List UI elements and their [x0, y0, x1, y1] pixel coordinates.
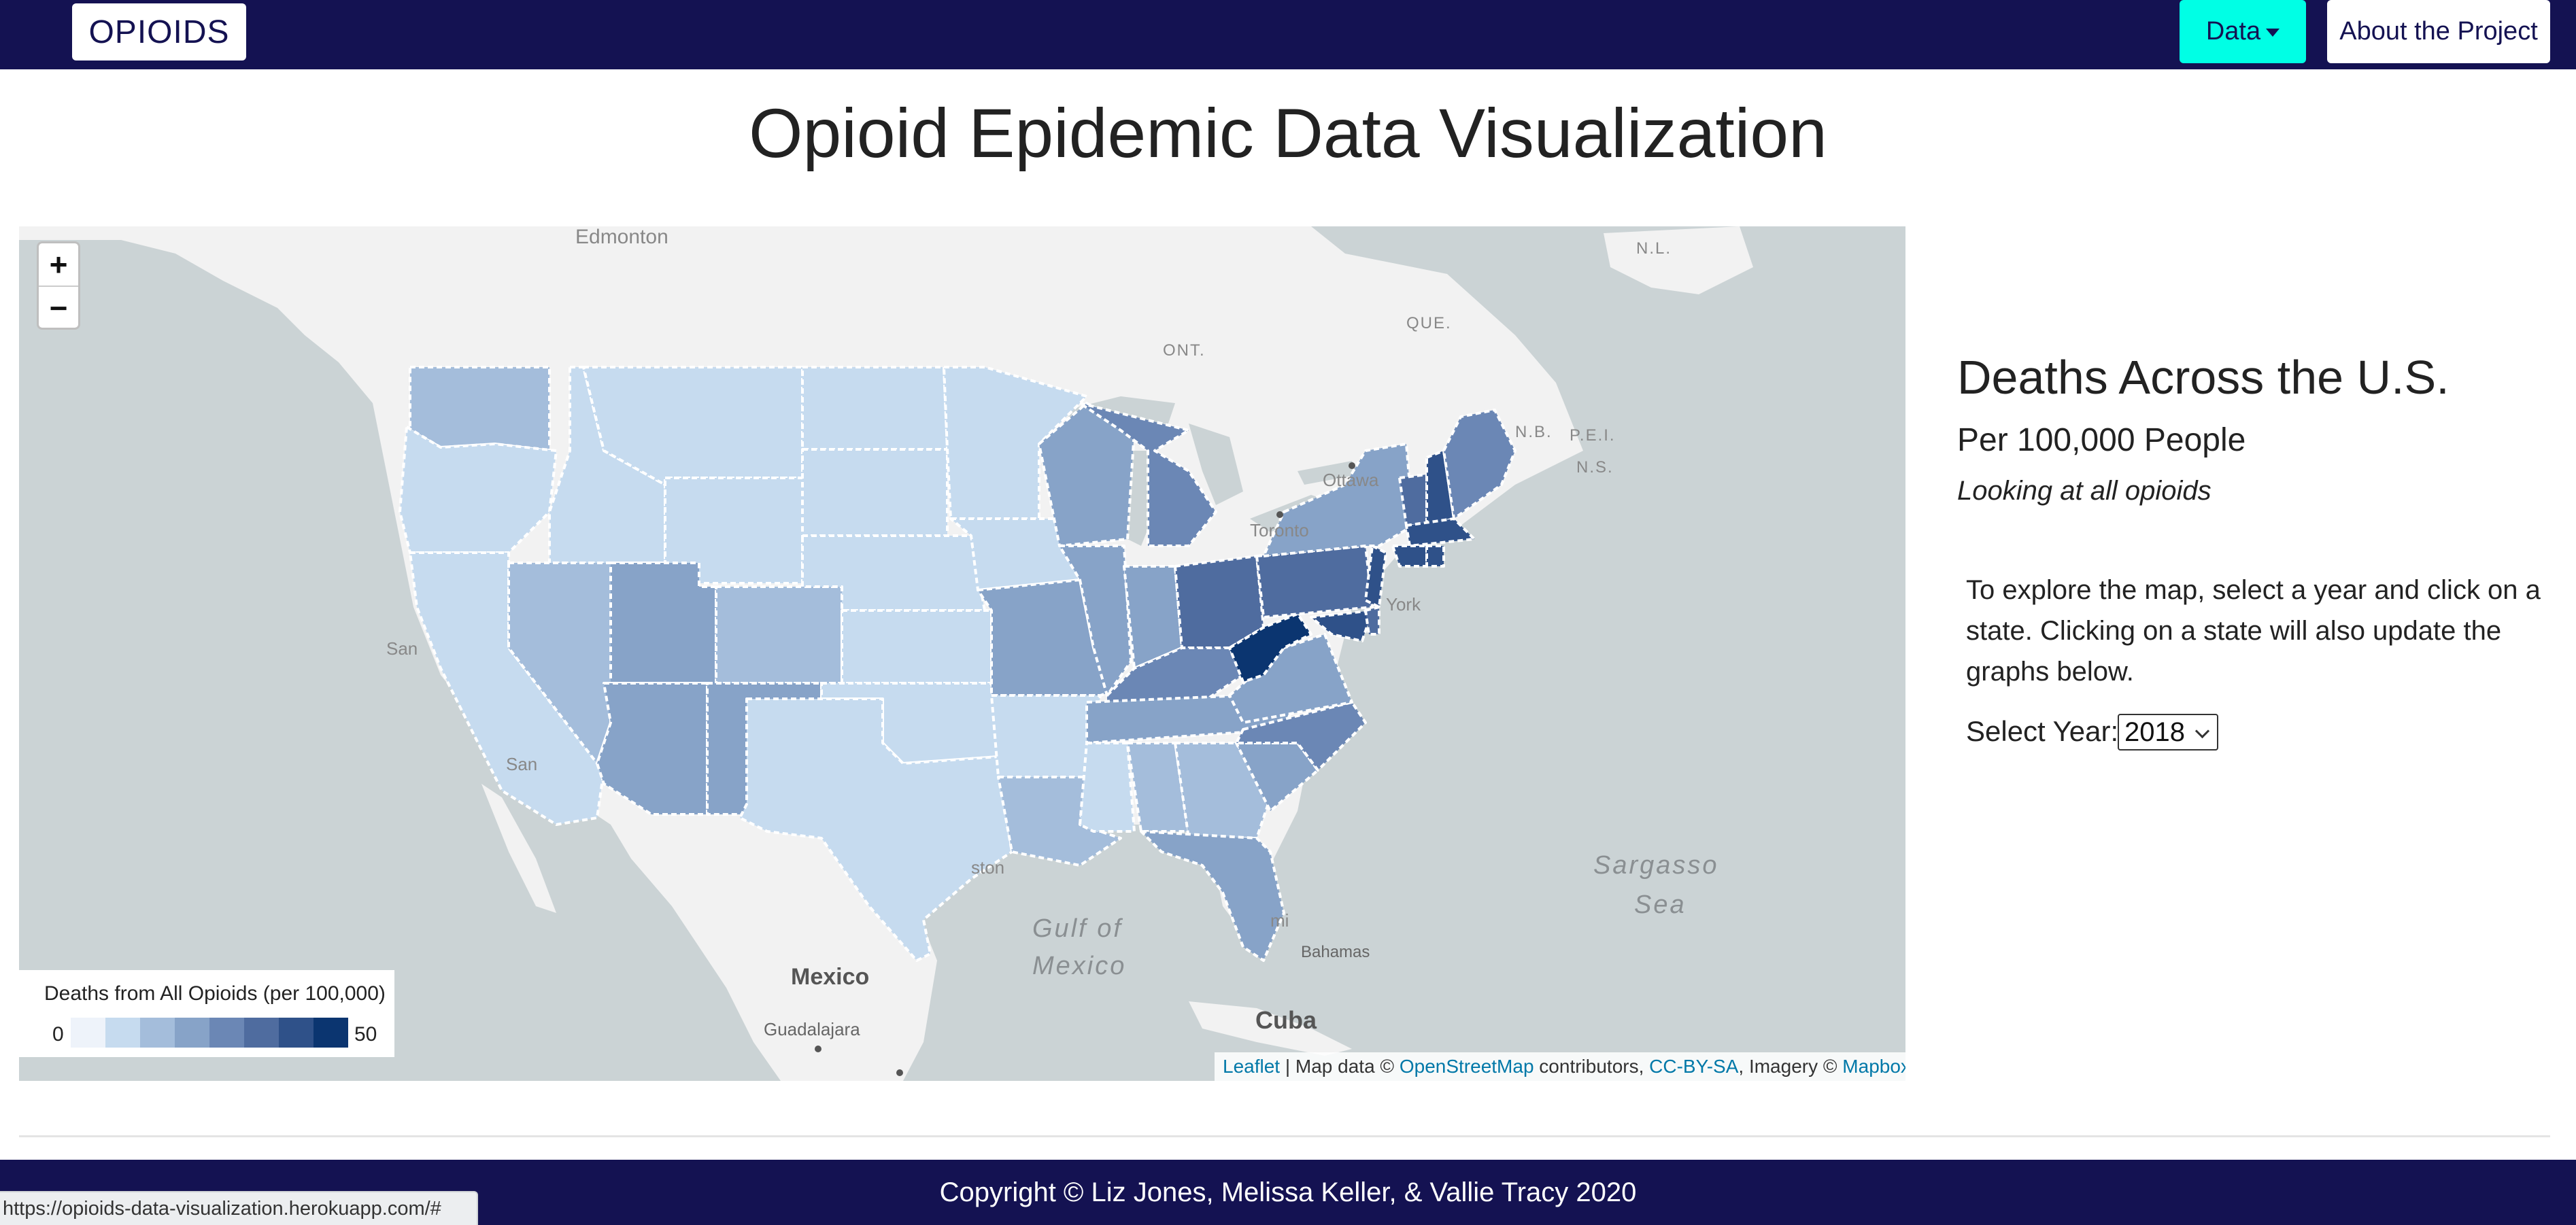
about-project-link[interactable]: About the Project: [2327, 0, 2550, 63]
label-sargasso: Sargasso: [1593, 851, 1719, 880]
legend-title: Deaths from All Opioids (per 100,000): [44, 982, 386, 1005]
label-york: York: [1386, 594, 1421, 615]
state-arkansas[interactable]: [990, 694, 1102, 778]
label-san-francisco: San: [386, 638, 418, 659]
label-houston: ston: [971, 857, 1004, 878]
status-url: https://opioids-data-visualization.herok…: [3, 1197, 441, 1220]
label-san-diego: San: [506, 754, 537, 774]
label-bahamas: Bahamas: [1301, 943, 1370, 961]
label-guadalajara: Guadalajara: [764, 1019, 860, 1039]
state-north-dakota[interactable]: [801, 366, 949, 451]
legend-swatch: [71, 1018, 105, 1048]
year-select-value: 2018: [2124, 717, 2185, 747]
label-ottawa: Ottawa: [1323, 470, 1379, 490]
mexico-city-dot: [896, 1069, 903, 1076]
toronto-dot: [1276, 511, 1283, 518]
label-toronto: Toronto: [1250, 520, 1309, 540]
attribution-text-1: | Map data ©: [1280, 1056, 1400, 1077]
legend-swatch: [105, 1018, 140, 1048]
label-nl: N.L.: [1636, 239, 1672, 258]
year-select[interactable]: 2018: [2118, 714, 2218, 750]
legend-color-scale: [71, 1018, 348, 1048]
state-mississippi[interactable]: [1079, 742, 1136, 833]
label-cuba: Cuba: [1255, 1006, 1317, 1034]
select-year-label: Select Year:: [1966, 715, 2119, 747]
state-ohio[interactable]: [1174, 555, 1265, 649]
legend-swatch: [140, 1018, 175, 1048]
land-newfoundland: [1604, 226, 1753, 294]
state-washington[interactable]: [409, 366, 551, 452]
browser-status-bar: https://opioids-data-visualization.herok…: [0, 1191, 478, 1225]
state-delaware[interactable]: [1364, 606, 1380, 636]
legend-swatch: [313, 1018, 348, 1048]
legend-swatch: [244, 1018, 279, 1048]
attribution-text-2: contributors,: [1533, 1056, 1650, 1077]
map-instructions: To explore the map, select a year and cl…: [1966, 575, 2541, 687]
side-panel-subtitle: Per 100,000 People: [1957, 422, 2246, 458]
leaflet-link[interactable]: Leaflet: [1223, 1056, 1280, 1077]
footer-copyright: Copyright © Liz Jones, Melissa Keller, &…: [939, 1177, 1637, 1207]
legend-max: 50: [354, 1023, 377, 1046]
guadalajara-dot: [815, 1046, 821, 1052]
caret-down-icon: [2266, 28, 2280, 37]
label-que: QUE.: [1406, 314, 1452, 332]
label-ont: ONT.: [1163, 341, 1206, 360]
page-title: Opioid Epidemic Data Visualization: [749, 94, 1827, 172]
mapbox-link[interactable]: Mapbox: [1842, 1056, 1905, 1077]
label-pei: P.E.I.: [1570, 426, 1616, 445]
cc-by-sa-link[interactable]: CC-BY-SA: [1649, 1056, 1738, 1077]
map-canvas[interactable]: Edmonton N.L. QUE. ONT. N.B. P.E.I. N.S.…: [19, 226, 1905, 1081]
map-attribution: Leaflet | Map data © OpenStreetMap contr…: [1215, 1052, 1905, 1081]
state-connecticut[interactable]: [1391, 545, 1428, 568]
label-nb: N.B.: [1515, 423, 1553, 441]
label-mexico: Mexico: [791, 964, 869, 990]
state-florida[interactable]: [1140, 830, 1285, 962]
state-kansas[interactable]: [841, 609, 993, 685]
side-panel-note: Looking at all opioids: [1957, 476, 2211, 506]
label-ns: N.S.: [1576, 458, 1614, 477]
legend-swatch: [175, 1018, 209, 1048]
divider: [19, 1135, 2550, 1137]
chevron-down-icon: [2194, 723, 2210, 739]
state-south-dakota[interactable]: [801, 448, 949, 537]
zoom-control: + −: [37, 241, 80, 330]
data-dropdown-label: Data: [2205, 17, 2261, 46]
attribution-text-3: , Imagery ©: [1738, 1056, 1843, 1077]
openstreetmap-link[interactable]: OpenStreetMap: [1400, 1056, 1534, 1077]
label-sea: Sea: [1634, 891, 1687, 919]
navbar: OPIOIDS Data About the Project: [0, 0, 2576, 69]
zoom-out-button[interactable]: −: [39, 287, 78, 329]
legend-min: 0: [52, 1023, 64, 1046]
brand-link[interactable]: OPIOIDS: [72, 3, 246, 61]
data-dropdown-button[interactable]: Data: [2180, 0, 2306, 63]
zoom-in-button[interactable]: +: [39, 243, 78, 287]
state-pennsylvania[interactable]: [1255, 545, 1374, 619]
label-miami: mi: [1270, 910, 1289, 931]
legend-swatch: [279, 1018, 313, 1048]
label-edmonton: Edmonton: [575, 226, 668, 248]
map-legend: Deaths from All Opioids (per 100,000) 0 …: [19, 970, 394, 1057]
label-gulf-mexico: Mexico: [1032, 952, 1126, 980]
label-gulf-of: Gulf of: [1032, 914, 1123, 943]
choropleth-map[interactable]: Edmonton N.L. QUE. ONT. N.B. P.E.I. N.S.…: [19, 226, 1905, 1081]
ottawa-dot: [1349, 462, 1355, 469]
state-rhode-island[interactable]: [1425, 545, 1445, 568]
side-panel-title: Deaths Across the U.S.: [1957, 351, 2450, 404]
state-colorado[interactable]: [715, 585, 843, 685]
state-utah[interactable]: [609, 562, 717, 685]
legend-swatch: [209, 1018, 244, 1048]
